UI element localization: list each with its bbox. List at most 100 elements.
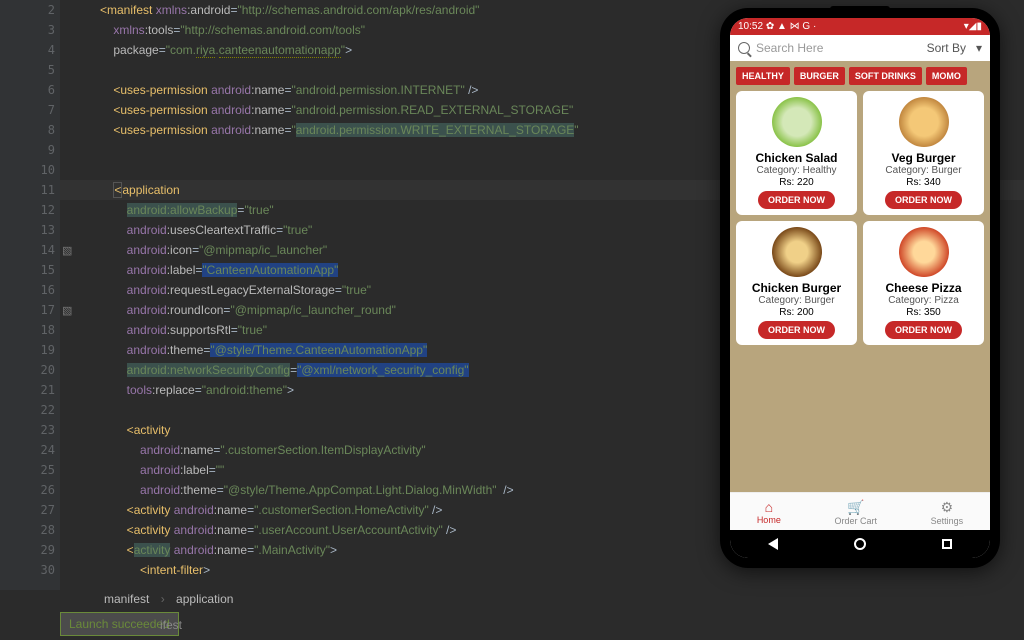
code-line[interactable]: android:theme="@style/Theme.CanteenAutom…: [100, 340, 579, 360]
code-line[interactable]: android:label="CanteenAutomationApp": [100, 260, 579, 280]
code-line[interactable]: xmlns:tools="http://schemas.android.com/…: [100, 20, 579, 40]
code-line[interactable]: android:usesCleartextTraffic="true": [100, 220, 579, 240]
line-number[interactable]: 3: [25, 20, 55, 40]
line-number[interactable]: 5: [25, 60, 55, 80]
search-bar: Search Here Sort By▾: [730, 35, 990, 61]
code-line[interactable]: <uses-permission android:name="android.p…: [100, 80, 579, 100]
line-number[interactable]: 11: [25, 180, 55, 200]
gutter-image-icon[interactable]: ▧: [62, 244, 76, 257]
code-line[interactable]: android:name=".customerSection.ItemDispl…: [100, 440, 579, 460]
line-number[interactable]: 13: [25, 220, 55, 240]
code-line[interactable]: android:allowBackup="true": [100, 200, 579, 220]
product-name: Chicken Salad: [740, 151, 853, 165]
code-line[interactable]: android:theme="@style/Theme.AppCompat.Li…: [100, 480, 579, 500]
product-card[interactable]: Veg Burger Category: Burger Rs: 340 ORDE…: [863, 91, 984, 215]
line-number[interactable]: 12: [25, 200, 55, 220]
code-line[interactable]: android:supportsRtl="true": [100, 320, 579, 340]
line-number[interactable]: 19: [25, 340, 55, 360]
code-line[interactable]: tools:replace="android:theme">: [100, 380, 579, 400]
order-button[interactable]: ORDER NOW: [758, 191, 835, 209]
order-button[interactable]: ORDER NOW: [885, 191, 962, 209]
chevron-down-icon: ▾: [976, 41, 982, 55]
sort-dropdown[interactable]: Sort By▾: [927, 41, 982, 55]
product-category: Category: Burger: [867, 165, 980, 176]
line-number[interactable]: 21: [25, 380, 55, 400]
bottom-nav: ⌂Home 🛒Order Cart ⚙Settings: [730, 492, 990, 530]
line-number[interactable]: 9: [25, 140, 55, 160]
line-number[interactable]: 7: [25, 100, 55, 120]
code-line[interactable]: <activity: [100, 420, 579, 440]
breadcrumb-item[interactable]: manifest: [100, 592, 153, 606]
line-number[interactable]: 2: [25, 0, 55, 20]
line-number[interactable]: 30: [25, 560, 55, 580]
line-number[interactable]: 25: [25, 460, 55, 480]
line-number[interactable]: 4: [25, 40, 55, 60]
nav-icon: ⚙: [931, 499, 964, 516]
back-icon[interactable]: [768, 538, 778, 550]
line-number[interactable]: 14: [25, 240, 55, 260]
line-number[interactable]: 26: [25, 480, 55, 500]
search-placeholder: Search Here: [756, 41, 823, 55]
product-card[interactable]: Chicken Salad Category: Healthy Rs: 220 …: [736, 91, 857, 215]
line-number[interactable]: 27: [25, 500, 55, 520]
breadcrumb[interactable]: manifest › application: [100, 592, 237, 606]
category-chip[interactable]: SOFT DRINKS: [849, 67, 922, 85]
nav-home[interactable]: ⌂Home: [757, 499, 781, 526]
code-line[interactable]: <activity android:name=".MainActivity">: [100, 540, 579, 560]
code-line[interactable]: android:roundIcon="@mipmap/ic_launcher_r…: [100, 300, 579, 320]
line-number[interactable]: 8: [25, 120, 55, 140]
product-price: Rs: 200: [740, 307, 853, 318]
line-number[interactable]: 20: [25, 360, 55, 380]
code-line[interactable]: [100, 400, 579, 420]
breadcrumb-item[interactable]: application: [172, 592, 237, 606]
line-number[interactable]: 28: [25, 520, 55, 540]
device-frame: 10:52 ✿ ▲ ⋈ G · ▾◢▮ Search Here Sort By▾…: [720, 8, 1000, 568]
line-number[interactable]: 22: [25, 400, 55, 420]
code-line[interactable]: android:networkSecurityConfig="@xml/netw…: [100, 360, 579, 380]
category-chip[interactable]: MOMO: [926, 67, 967, 85]
code-line[interactable]: android:label="": [100, 460, 579, 480]
line-number[interactable]: 17: [25, 300, 55, 320]
code-line[interactable]: package="com.riya.canteenautomationapp">: [100, 40, 579, 60]
status-left: 10:52 ✿ ▲ ⋈ G ·: [738, 21, 816, 32]
code-line[interactable]: <activity android:name=".customerSection…: [100, 500, 579, 520]
product-card[interactable]: Chicken Burger Category: Burger Rs: 200 …: [736, 221, 857, 345]
order-button[interactable]: ORDER NOW: [885, 321, 962, 339]
code-line[interactable]: [100, 140, 579, 160]
category-chip[interactable]: HEALTHY: [736, 67, 790, 85]
gutter[interactable]: 2345678910111213141516171819202122232425…: [0, 0, 60, 590]
product-card[interactable]: Cheese Pizza Category: Pizza Rs: 350 ORD…: [863, 221, 984, 345]
line-number[interactable]: 29: [25, 540, 55, 560]
search-input[interactable]: Search Here: [738, 41, 921, 55]
status-bar: 10:52 ✿ ▲ ⋈ G · ▾◢▮: [730, 18, 990, 35]
code-line[interactable]: <activity android:name=".userAccount.Use…: [100, 520, 579, 540]
line-number[interactable]: 15: [25, 260, 55, 280]
home-icon[interactable]: [854, 538, 866, 550]
code-line[interactable]: <uses-permission android:name="android.p…: [100, 120, 579, 140]
line-number[interactable]: 23: [25, 420, 55, 440]
line-number[interactable]: 10: [25, 160, 55, 180]
product-area[interactable]: HEALTHYBURGERSOFT DRINKSMOMO Chicken Sal…: [730, 61, 990, 492]
line-number[interactable]: 16: [25, 280, 55, 300]
code-line[interactable]: [100, 60, 579, 80]
code-line[interactable]: android:icon="@mipmap/ic_launcher": [100, 240, 579, 260]
product-price: Rs: 350: [867, 307, 980, 318]
code-line[interactable]: [100, 160, 579, 180]
code-line[interactable]: <manifest xmlns:android="http://schemas.…: [100, 0, 579, 20]
category-chip[interactable]: BURGER: [794, 67, 845, 85]
order-button[interactable]: ORDER NOW: [758, 321, 835, 339]
code-line[interactable]: <application: [100, 180, 579, 200]
recents-icon[interactable]: [942, 539, 952, 549]
nav-order-cart[interactable]: 🛒Order Cart: [834, 499, 877, 526]
gutter-image-icon[interactable]: ▧: [62, 304, 76, 317]
nav-icon: 🛒: [834, 499, 877, 516]
code-line[interactable]: android:requestLegacyExternalStorage="tr…: [100, 280, 579, 300]
nav-settings[interactable]: ⚙Settings: [931, 499, 964, 526]
code-line[interactable]: <intent-filter>: [100, 560, 579, 580]
line-number[interactable]: 24: [25, 440, 55, 460]
line-number[interactable]: 18: [25, 320, 55, 340]
code-line[interactable]: <uses-permission android:name="android.p…: [100, 100, 579, 120]
code-area[interactable]: <manifest xmlns:android="http://schemas.…: [100, 0, 579, 580]
system-nav: [730, 530, 990, 558]
line-number[interactable]: 6: [25, 80, 55, 100]
